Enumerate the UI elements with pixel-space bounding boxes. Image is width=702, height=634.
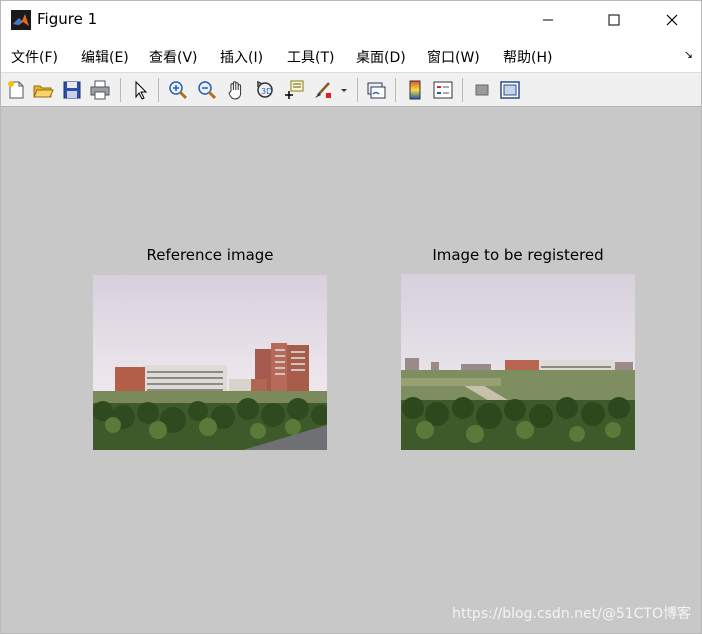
close-icon [666,14,678,26]
zoom-out-icon[interactable] [196,79,218,101]
menu-insert[interactable]: 插入(I) [220,47,263,67]
menu-tools[interactable]: 工具(T) [287,47,334,67]
menu-bar: 文件(F) 编辑(E) 查看(V) 插入(I) 工具(T) 桌面(D) 窗口(W… [1,39,701,72]
menu-view[interactable]: 查看(V) [149,47,198,67]
menu-file[interactable]: 文件(F) [11,47,58,67]
print-icon[interactable] [89,79,111,101]
watermark-text: https://blog.csdn.net/@51CTO博客 [452,606,691,622]
toolbar-separator [462,78,463,102]
open-file-icon[interactable] [32,79,54,101]
maximize-button[interactable] [591,1,637,39]
dock-arrow-icon[interactable]: ↘ [684,48,693,61]
title-bar[interactable]: Figure 1 [1,1,701,39]
select-pointer-icon[interactable] [129,79,151,101]
menu-desktop[interactable]: 桌面(D) [356,47,406,67]
reference-image[interactable] [93,275,327,450]
menu-window[interactable]: 窗口(W) [427,47,480,67]
toolbar-separator [120,78,121,102]
right-axes-title: Image to be registered [432,246,604,264]
figure-canvas[interactable]: Reference image Image to be registered h… [1,107,701,633]
svg-text:3D: 3D [261,87,272,96]
minimize-button[interactable] [525,1,571,39]
show-plot-tools-icon[interactable] [499,79,521,101]
figure-window: Figure 1 文件(F) 编辑(E) 查看(V) 插入(I) 工具(T) 桌… [0,0,702,634]
link-plot-icon[interactable] [365,79,387,101]
registered-image[interactable] [401,274,635,450]
legend-icon[interactable] [432,79,454,101]
hide-plot-tools-icon[interactable] [471,79,493,101]
figure-toolbar: 3D [1,72,701,107]
colorbar-icon[interactable] [404,79,426,101]
brush-icon[interactable] [312,79,334,101]
toolbar-separator [158,78,159,102]
window-title: Figure 1 [37,10,98,28]
rotate-3d-icon[interactable]: 3D [254,79,276,101]
minimize-icon [543,19,553,21]
menu-edit[interactable]: 编辑(E) [81,47,129,67]
save-icon[interactable] [61,79,83,101]
data-cursor-icon[interactable] [283,79,305,101]
toolbar-separator [395,78,396,102]
menu-help[interactable]: 帮助(H) [503,47,552,67]
toolbar-separator [357,78,358,102]
left-axes-title: Reference image [146,246,274,264]
matlab-logo-icon [11,10,31,30]
zoom-in-icon[interactable] [167,79,189,101]
maximize-icon [608,14,620,26]
brush-dropdown-icon[interactable] [339,79,349,101]
pan-hand-icon[interactable] [225,79,247,101]
close-button[interactable] [649,1,695,39]
new-figure-icon[interactable] [5,79,27,101]
